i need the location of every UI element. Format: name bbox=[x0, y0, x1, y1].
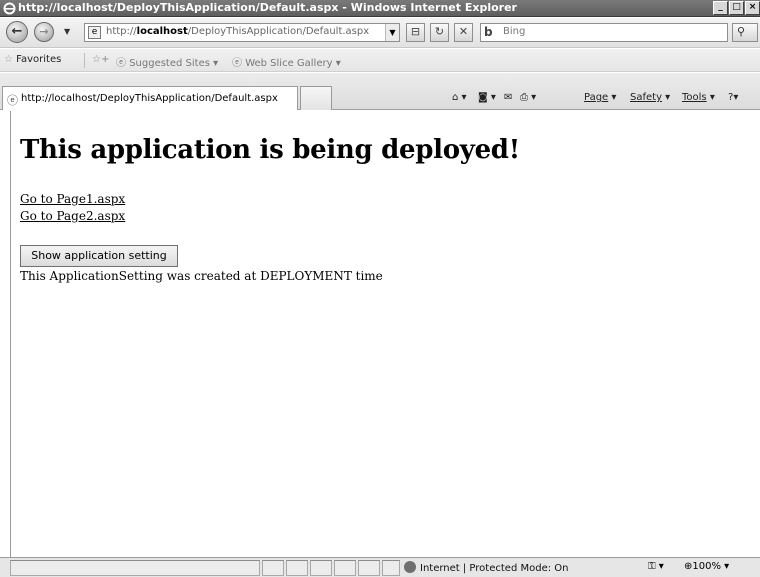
link-page1[interactable]: Go to Page1.aspx bbox=[20, 192, 125, 206]
security-zone[interactable]: Internet | Protected Mode: On bbox=[404, 561, 568, 574]
status-cell bbox=[310, 560, 332, 576]
address-url[interactable]: http://localhost/DeployThisApplication/D… bbox=[106, 26, 369, 37]
page-menu[interactable]: Page ▾ bbox=[584, 92, 616, 103]
mail-button[interactable]: ✉ bbox=[504, 92, 512, 103]
safety-menu[interactable]: Safety ▾ bbox=[630, 92, 670, 103]
compatibility-icon: ⊟ bbox=[410, 25, 421, 38]
print-icon: ⎙ bbox=[520, 92, 528, 103]
tab-bar: ⓔ http://localhost/DeployThisApplication… bbox=[0, 73, 760, 110]
star-icon: ☆ bbox=[4, 54, 13, 65]
protected-mode-icon[interactable]: ⚿ ▾ bbox=[648, 561, 664, 572]
add-to-favorites-icon[interactable]: ☆+ bbox=[92, 54, 109, 65]
address-dropdown-icon[interactable]: ▼ bbox=[385, 24, 399, 41]
compatibility-view-button[interactable]: ⊟ bbox=[406, 23, 425, 42]
ie-page-icon: ⓔ bbox=[7, 94, 18, 107]
status-cell bbox=[382, 560, 400, 576]
help-button[interactable]: ?▾ bbox=[728, 92, 738, 103]
minimize-button[interactable]: _ bbox=[713, 1, 728, 15]
ie-page-icon: ⓔ bbox=[116, 58, 126, 69]
new-tab-button[interactable] bbox=[300, 86, 332, 110]
status-cell bbox=[262, 560, 284, 576]
back-arrow-icon: ← bbox=[11, 24, 23, 39]
tab-current[interactable]: ⓔ http://localhost/DeployThisApplication… bbox=[2, 86, 298, 110]
help-icon: ? bbox=[728, 92, 734, 103]
application-setting-message: This ApplicationSetting was created at D… bbox=[20, 269, 383, 283]
bing-icon: b bbox=[484, 25, 493, 39]
mail-icon: ✉ bbox=[504, 92, 513, 103]
title-bar: http://localhost/DeployThisApplication/D… bbox=[0, 0, 760, 17]
globe-icon bbox=[404, 561, 416, 573]
ie-page-icon: ⓔ bbox=[232, 58, 242, 69]
web-slice-gallery-link[interactable]: ⓔ Web Slice Gallery ▾ bbox=[232, 54, 341, 69]
search-button[interactable]: ⚲ bbox=[732, 23, 758, 42]
navigation-bar: ← → ▼ e http://localhost/DeployThisAppli… bbox=[0, 18, 760, 48]
window-controls: _ □ × bbox=[712, 1, 760, 16]
stop-icon: ✕ bbox=[458, 25, 469, 38]
refresh-button[interactable]: ↻ bbox=[430, 23, 449, 42]
maximize-button[interactable]: □ bbox=[729, 1, 744, 15]
status-cell bbox=[334, 560, 356, 576]
print-button[interactable]: ⎙ ▾ bbox=[520, 92, 536, 103]
status-text-cell bbox=[10, 560, 260, 576]
search-icon: ⚲ bbox=[737, 25, 746, 38]
page-heading: This application is being deployed! bbox=[20, 135, 520, 165]
zoom-control[interactable]: ⊕100% ▾ bbox=[684, 561, 729, 572]
forward-button[interactable]: → bbox=[34, 22, 54, 42]
ie-logo-icon bbox=[3, 2, 16, 15]
address-bar[interactable]: e http://localhost/DeployThisApplication… bbox=[84, 23, 400, 42]
search-input[interactable]: Bing bbox=[503, 26, 525, 37]
home-icon: ⌂ bbox=[452, 92, 459, 103]
page-icon: e bbox=[88, 26, 101, 39]
link-page2[interactable]: Go to Page2.aspx bbox=[20, 209, 125, 223]
window-title: http://localhost/DeployThisApplication/D… bbox=[18, 1, 517, 14]
close-button[interactable]: × bbox=[745, 1, 760, 15]
favorites-bar: ☆ Favorites ☆+ ⓔ Suggested Sites ▾ ⓔ Web… bbox=[0, 49, 760, 72]
tools-menu[interactable]: Tools ▾ bbox=[682, 92, 715, 103]
rss-feed-icon: ◙ bbox=[478, 92, 488, 103]
favorites-button[interactable]: ☆ Favorites bbox=[4, 54, 61, 65]
back-button[interactable]: ← bbox=[6, 21, 28, 43]
search-box[interactable]: b Bing bbox=[480, 23, 728, 42]
recent-pages-dropdown-icon[interactable]: ▼ bbox=[64, 27, 70, 36]
divider bbox=[84, 53, 85, 68]
status-bar: Internet | Protected Mode: On ⚿ ▾ ⊕100% … bbox=[0, 557, 760, 577]
show-application-setting-button[interactable]: Show application setting bbox=[20, 245, 178, 267]
stop-button[interactable]: ✕ bbox=[454, 23, 473, 42]
refresh-icon: ↻ bbox=[434, 25, 445, 38]
tab-title: http://localhost/DeployThisApplication/D… bbox=[21, 93, 278, 104]
feeds-button[interactable]: ◙ ▾ bbox=[478, 92, 496, 103]
status-cell bbox=[358, 560, 380, 576]
page-content: This application is being deployed! Go t… bbox=[10, 111, 760, 557]
home-button[interactable]: ⌂ ▾ bbox=[452, 92, 467, 103]
status-cell bbox=[286, 560, 308, 576]
suggested-sites-link[interactable]: ⓔ Suggested Sites ▾ bbox=[116, 54, 218, 69]
forward-arrow-icon: → bbox=[39, 25, 49, 38]
